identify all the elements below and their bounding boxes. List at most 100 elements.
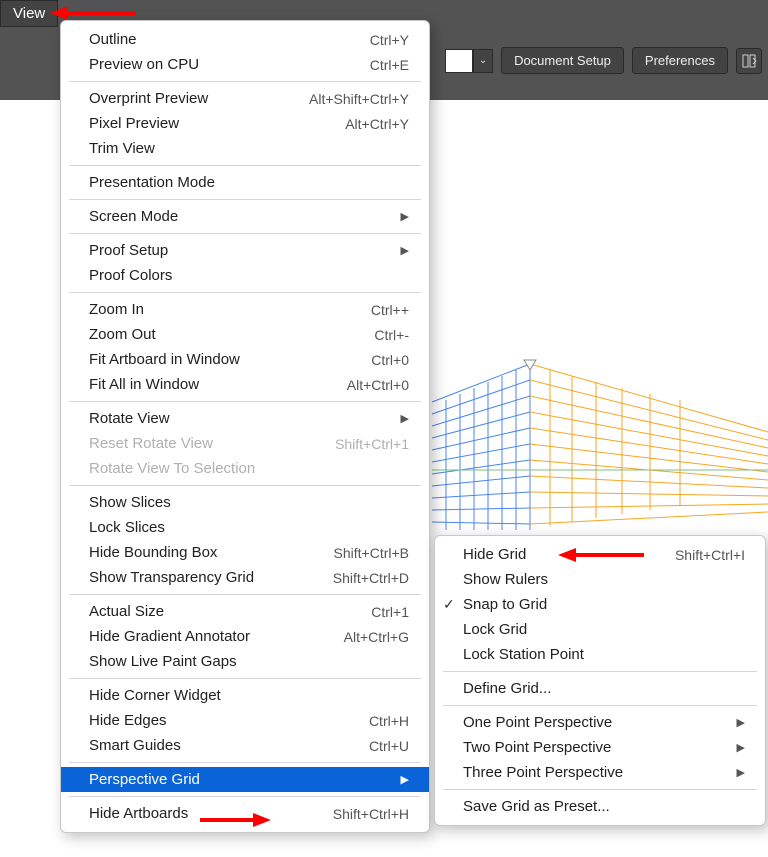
submenu-arrow-icon: ▶ <box>401 773 409 786</box>
view-menu-item[interactable]: Presentation Mode <box>61 170 429 195</box>
view-menu-item[interactable]: Proof Setup▶ <box>61 238 429 263</box>
menu-item-label: Trim View <box>89 140 409 157</box>
perspective-submenu-item[interactable]: Show Rulers <box>435 567 765 592</box>
perspective-submenu-item[interactable]: Lock Grid <box>435 617 765 642</box>
swatch-dropdown[interactable]: ⌄ <box>473 49 493 73</box>
perspective-submenu-item[interactable]: Save Grid as Preset... <box>435 794 765 819</box>
fill-swatch[interactable] <box>445 49 473 73</box>
menu-item-label: Rotate View <box>89 410 391 427</box>
view-menu-item[interactable]: Pixel PreviewAlt+Ctrl+Y <box>61 111 429 136</box>
view-menu-separator <box>69 594 421 595</box>
menu-item-label: Show Live Paint Gaps <box>89 653 409 670</box>
menu-item-label: Fit Artboard in Window <box>89 351 371 368</box>
view-menu-separator <box>69 292 421 293</box>
submenu-arrow-icon: ▶ <box>737 766 745 779</box>
menu-item-label: Perspective Grid <box>89 771 391 788</box>
menu-item-label: Three Point Perspective <box>463 764 727 781</box>
submenu-arrow-icon: ▶ <box>401 412 409 425</box>
preferences-button[interactable]: Preferences <box>632 47 728 74</box>
view-menu-item[interactable]: Screen Mode ▶ <box>61 204 429 229</box>
check-icon: ✓ <box>443 596 455 613</box>
view-menu-separator <box>69 233 421 234</box>
view-menu-item[interactable]: Overprint PreviewAlt+Shift+Ctrl+Y <box>61 86 429 111</box>
menu-item-label: Hide Grid <box>463 546 675 563</box>
menu-item-label: Save Grid as Preset... <box>463 798 745 815</box>
view-menu-item[interactable]: Show Transparency GridShift+Ctrl+D <box>61 565 429 590</box>
submenu-arrow-icon: ▶ <box>401 210 409 223</box>
view-menu-separator <box>69 762 421 763</box>
view-menu-item[interactable]: Actual SizeCtrl+1 <box>61 599 429 624</box>
perspective-submenu-item[interactable]: Hide GridShift+Ctrl+I <box>435 542 765 567</box>
menu-item-label: Show Slices <box>89 494 409 511</box>
menu-item-label: Hide Artboards <box>89 805 333 822</box>
view-menu-item[interactable]: Hide ArtboardsShift+Ctrl+H <box>61 801 429 826</box>
menu-item-label: Hide Gradient Annotator <box>89 628 344 645</box>
menu-item-label: Show Rulers <box>463 571 745 588</box>
menu-item-label: Preview on CPU <box>89 56 370 73</box>
view-menu-item[interactable]: Lock Slices <box>61 515 429 540</box>
perspective-submenu-item[interactable]: Lock Station Point <box>435 642 765 667</box>
menu-item-label: Hide Corner Widget <box>89 687 409 704</box>
view-menu-separator <box>69 165 421 166</box>
view-menu-item[interactable]: OutlineCtrl+Y <box>61 27 429 52</box>
view-menu-separator <box>69 678 421 679</box>
menu-item-shortcut: Ctrl+- <box>374 327 409 343</box>
menu-item-label: Pixel Preview <box>89 115 345 132</box>
view-menu-item[interactable]: Show Slices <box>61 490 429 515</box>
document-setup-button[interactable]: Document Setup <box>501 47 624 74</box>
menu-item-label: Hide Bounding Box <box>89 544 334 561</box>
menu-item-label: Zoom Out <box>89 326 374 343</box>
menu-item-label: Smart Guides <box>89 737 369 754</box>
view-menu-item[interactable]: Hide Bounding BoxShift+Ctrl+B <box>61 540 429 565</box>
menu-item-shortcut: Shift+Ctrl+I <box>675 547 745 563</box>
menu-item-label: Define Grid... <box>463 680 745 697</box>
menu-item-label: Reset Rotate View <box>89 435 335 452</box>
menu-item-label: Lock Grid <box>463 621 745 638</box>
menu-item-shortcut: Shift+Ctrl+H <box>333 806 409 822</box>
menu-item-label: Lock Slices <box>89 519 409 536</box>
view-menu-item[interactable]: Smart GuidesCtrl+U <box>61 733 429 758</box>
view-menu-item[interactable]: Perspective Grid ▶ <box>61 767 429 792</box>
menu-item-label: Hide Edges <box>89 712 369 729</box>
view-dropdown-menu: OutlineCtrl+YPreview on CPUCtrl+EOverpri… <box>60 20 430 833</box>
menu-item-label: Overprint Preview <box>89 90 309 107</box>
menu-item-shortcut: Ctrl+E <box>370 57 409 73</box>
menu-item-shortcut: Shift+Ctrl+B <box>334 545 409 561</box>
menu-item-label: Presentation Mode <box>89 174 409 191</box>
menu-item-shortcut: Ctrl++ <box>371 302 409 318</box>
submenu-arrow-icon: ▶ <box>401 244 409 257</box>
view-menu-item[interactable]: Proof Colors <box>61 263 429 288</box>
perspective-submenu-separator <box>443 789 757 790</box>
menu-item-label: Fit All in Window <box>89 376 347 393</box>
perspective-submenu-item[interactable]: Define Grid... <box>435 676 765 701</box>
view-menu-item[interactable]: Hide Corner Widget <box>61 683 429 708</box>
menu-item-shortcut: Alt+Ctrl+G <box>344 629 409 645</box>
menu-item-label: Actual Size <box>89 603 371 620</box>
toolbar-right: ⌄ Document Setup Preferences <box>445 47 762 74</box>
menu-item-shortcut: Ctrl+H <box>369 713 409 729</box>
view-menu-item[interactable]: Zoom OutCtrl+- <box>61 322 429 347</box>
view-menu-item[interactable]: Fit All in WindowAlt+Ctrl+0 <box>61 372 429 397</box>
menu-item-label: Show Transparency Grid <box>89 569 333 586</box>
view-menu-item[interactable]: Hide EdgesCtrl+H <box>61 708 429 733</box>
menu-item-label: One Point Perspective <box>463 714 727 731</box>
view-menu-separator <box>69 485 421 486</box>
view-menu-separator <box>69 796 421 797</box>
perspective-submenu-item[interactable]: ✓Snap to Grid <box>435 592 765 617</box>
view-menu-item[interactable]: Preview on CPUCtrl+E <box>61 52 429 77</box>
panel-toggle-icon[interactable] <box>736 48 762 74</box>
view-menu-separator <box>69 81 421 82</box>
perspective-submenu-item[interactable]: One Point Perspective▶ <box>435 710 765 735</box>
perspective-submenu-item[interactable]: Three Point Perspective ▶ <box>435 760 765 785</box>
view-menu-item[interactable]: Trim View <box>61 136 429 161</box>
menu-item-label: Zoom In <box>89 301 371 318</box>
view-menu-item[interactable]: Hide Gradient AnnotatorAlt+Ctrl+G <box>61 624 429 649</box>
view-menu-item[interactable]: Rotate View ▶ <box>61 406 429 431</box>
menu-item-shortcut: Ctrl+Y <box>370 32 409 48</box>
view-menu-button[interactable]: View <box>0 0 58 27</box>
perspective-submenu-item[interactable]: Two Point Perspective▶ <box>435 735 765 760</box>
view-menu-item[interactable]: Show Live Paint Gaps <box>61 649 429 674</box>
menu-item-label: Screen Mode <box>89 208 391 225</box>
view-menu-item[interactable]: Fit Artboard in WindowCtrl+0 <box>61 347 429 372</box>
view-menu-item[interactable]: Zoom InCtrl++ <box>61 297 429 322</box>
